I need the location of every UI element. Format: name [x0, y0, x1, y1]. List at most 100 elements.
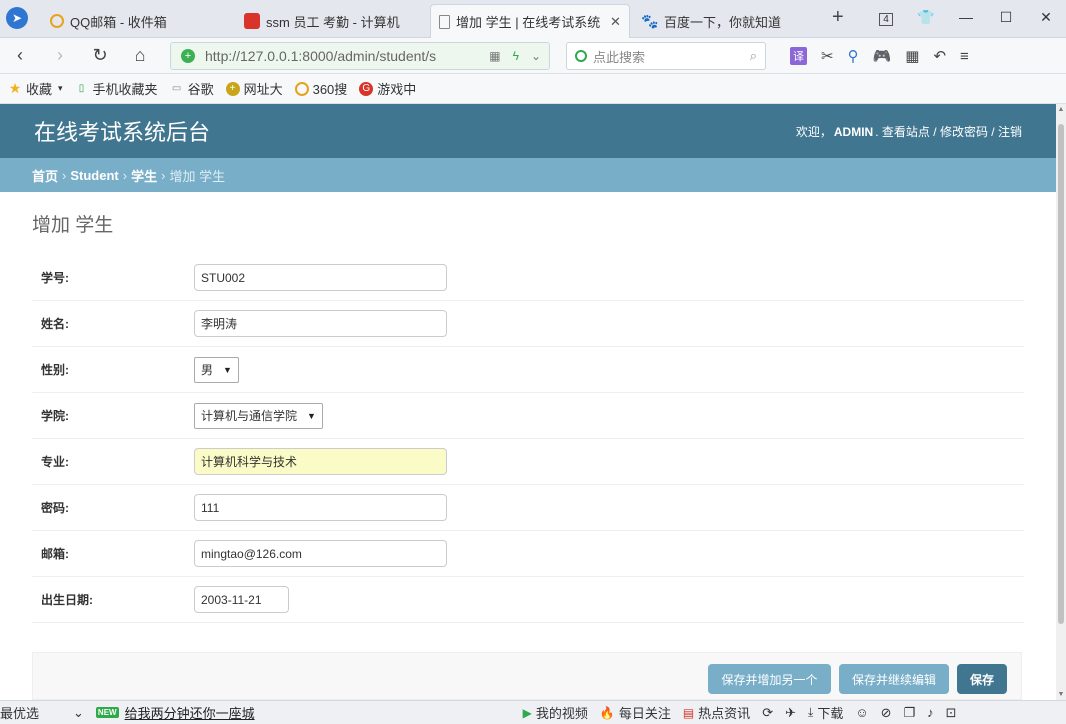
tab-add-student[interactable]: 增加 学生 | 在线考试系统 ✕ — [430, 4, 630, 38]
browser-tab-bar: ➤ QQ邮箱 - 收件箱 ssm 员工 考勤 - 计算机 增加 学生 | 在线考… — [0, 0, 1066, 38]
menu-icon[interactable]: ≡ — [960, 48, 969, 65]
admin-header: 在线考试系统后台 欢迎， ADMIN. 查看站点 / 修改密码 / 注销 — [0, 104, 1056, 158]
chevron-down-icon[interactable]: ⌄ — [73, 705, 84, 721]
bookmark-sites[interactable]: + 网址大 — [225, 79, 283, 98]
gamepad-icon[interactable]: 🎮 — [873, 47, 892, 65]
save-add-another-button[interactable]: 保存并增加另一个 — [708, 664, 831, 694]
dropdown-arrow-icon: ▼ — [223, 364, 232, 375]
home-icon[interactable]: ⌂ — [120, 45, 160, 66]
breadcrumb-model[interactable]: 学生 — [131, 166, 157, 185]
lightning-icon[interactable]: ϟ — [513, 49, 519, 63]
star-icon: ★ — [8, 80, 22, 96]
bookmark-google[interactable]: ▭ 谷歌 — [170, 79, 214, 98]
scissors-icon[interactable]: ✂ — [821, 47, 834, 65]
hot-news-link[interactable]: ▤ 热点资讯 — [683, 703, 750, 722]
page-title: 增加 学生 — [32, 215, 114, 236]
user-tools: 欢迎， ADMIN. 查看站点 / 修改密码 / 注销 — [795, 124, 1022, 139]
password-label: 密码: — [41, 501, 69, 515]
college-select[interactable]: 计算机与通信学院 ▼ — [194, 402, 323, 429]
bookmarks-bar: ★ 收藏 ▾ ▯ 手机收藏夹 ▭ 谷歌 + 网址大 360搜 G 游戏中 — [0, 74, 1066, 104]
minimize-icon[interactable]: — — [946, 9, 986, 25]
bookmark-360[interactable]: 360搜 — [294, 79, 347, 98]
scrollbar-thumb[interactable] — [1058, 124, 1064, 624]
form-row-major: 专业: 计算机科学与技术 — [32, 439, 1024, 485]
form-row-gender: 性别: 男 ▼ — [32, 347, 1024, 393]
tab-label: 百度一下，你就知道 — [664, 14, 782, 30]
qq-mail-icon — [50, 14, 64, 28]
download-link[interactable]: ⤓ 下载 — [808, 703, 843, 722]
refresh-icon[interactable]: ⟳ — [762, 705, 773, 721]
search-engine-icon — [575, 50, 587, 62]
breadcrumb-app[interactable]: Student — [70, 168, 118, 183]
gender-select[interactable]: 男 ▼ — [194, 356, 239, 383]
document-icon — [439, 14, 450, 29]
phone-icon: ▯ — [78, 83, 85, 94]
email-input[interactable]: mingtao@126.com — [194, 540, 447, 567]
address-bar[interactable]: + http://127.0.0.1:8000/admin/student/s … — [170, 42, 550, 70]
search-box[interactable]: 点此搜索 ⌕ — [566, 42, 766, 70]
bookmark-games[interactable]: G 游戏中 — [359, 79, 416, 98]
logout-link[interactable]: 注销 — [998, 125, 1022, 139]
chevron-down-icon[interactable]: ⌄ — [531, 49, 541, 63]
toolbar-icons: 译 ✂ ⚲ 🎮 ▦ ↶ ≡ — [790, 42, 969, 70]
breadcrumb-current: 增加 学生 — [169, 168, 226, 184]
search-icon[interactable]: ⌕ — [750, 48, 757, 64]
bookmark-favorites[interactable]: ★ 收藏 ▾ — [8, 79, 63, 98]
search-placeholder: 点此搜索 — [593, 49, 646, 65]
grid-icon[interactable]: ▦ — [905, 47, 919, 65]
mask-icon[interactable]: ☺ — [855, 705, 868, 720]
scroll-down-icon[interactable]: ▼ — [1056, 691, 1066, 698]
tab-ssm[interactable]: ssm 员工 考勤 - 计算机 — [236, 4, 426, 38]
qr-icon[interactable]: ▦ — [489, 49, 500, 63]
birth-date-input[interactable]: 2003-11-21 — [194, 586, 289, 613]
window-controls: 4 👕 — ☐ ✕ — [866, 0, 1066, 34]
email-label: 邮箱: — [41, 547, 69, 561]
student-id-input[interactable]: STU002 — [194, 264, 447, 291]
close-icon[interactable]: ✕ — [610, 14, 621, 30]
tab-baidu[interactable]: 🐾 百度一下，你就知道 — [634, 4, 824, 38]
submit-row: 保存并增加另一个 保存并继续编辑 保存 — [32, 652, 1022, 700]
undo-icon[interactable]: ↶ — [933, 47, 946, 65]
forward-icon[interactable]: › — [40, 45, 80, 66]
form-row-password: 密码: 111 — [32, 485, 1024, 531]
save-button[interactable]: 保存 — [957, 664, 1007, 694]
major-input[interactable]: 计算机科学与技术 — [194, 448, 447, 475]
page-scrollbar[interactable]: ▲ ▼ — [1056, 104, 1066, 700]
promo-link[interactable]: 给我两分钟还你一座城 — [125, 703, 255, 722]
translate-icon[interactable]: 译 — [790, 47, 807, 65]
maximize-icon[interactable]: ☐ — [986, 9, 1026, 26]
window-icon[interactable]: ❐ — [904, 705, 916, 721]
my-video-link[interactable]: ▶ 我的视频 — [523, 703, 588, 722]
breadcrumb: 首页 › Student › 学生 › 增加 学生 — [0, 158, 1056, 192]
welcome-text: 欢迎， — [795, 124, 832, 139]
reload-icon[interactable]: ↻ — [80, 45, 120, 66]
magnifier-icon[interactable]: ⚲ — [848, 47, 859, 65]
tab-label: 增加 学生 | 在线考试系统 — [456, 15, 601, 30]
form-row-name: 姓名: 李明涛 — [32, 301, 1024, 347]
form-row-birth-date: 出生日期: 2003-11-21 — [32, 577, 1024, 623]
save-continue-button[interactable]: 保存并继续编辑 — [839, 664, 949, 694]
new-tab-button[interactable]: + — [832, 6, 844, 29]
secure-icon: + — [181, 49, 195, 63]
browser-logo-icon[interactable]: ➤ — [6, 7, 28, 29]
tab-qq-mail[interactable]: QQ邮箱 - 收件箱 — [42, 4, 232, 38]
download-icon: ⤓ — [808, 705, 814, 719]
zoom-icon[interactable]: ⊡ — [946, 705, 957, 721]
back-icon[interactable]: ‹ — [0, 45, 40, 66]
name-input[interactable]: 李明涛 — [194, 310, 447, 337]
shirt-icon[interactable]: 👕 — [906, 9, 946, 26]
clean-icon[interactable]: ⊘ — [881, 705, 892, 721]
daily-link[interactable]: 🔥 每日关注 — [600, 703, 671, 722]
password-input[interactable]: 111 — [194, 494, 447, 521]
rocket-icon[interactable]: ✈ — [785, 705, 796, 721]
bookmark-mobile[interactable]: ▯ 手机收藏夹 — [75, 79, 158, 98]
close-window-icon[interactable]: ✕ — [1026, 9, 1066, 26]
tab-count-icon[interactable]: 4 — [866, 9, 906, 26]
major-label: 专业: — [41, 455, 69, 469]
scroll-up-icon[interactable]: ▲ — [1056, 106, 1066, 113]
status-left[interactable]: 最优选 — [0, 703, 39, 722]
change-password-link[interactable]: 修改密码 — [940, 125, 988, 139]
view-site-link[interactable]: 查看站点 — [882, 125, 930, 139]
sound-icon[interactable]: ♪ — [927, 705, 934, 720]
breadcrumb-home[interactable]: 首页 — [32, 166, 58, 185]
